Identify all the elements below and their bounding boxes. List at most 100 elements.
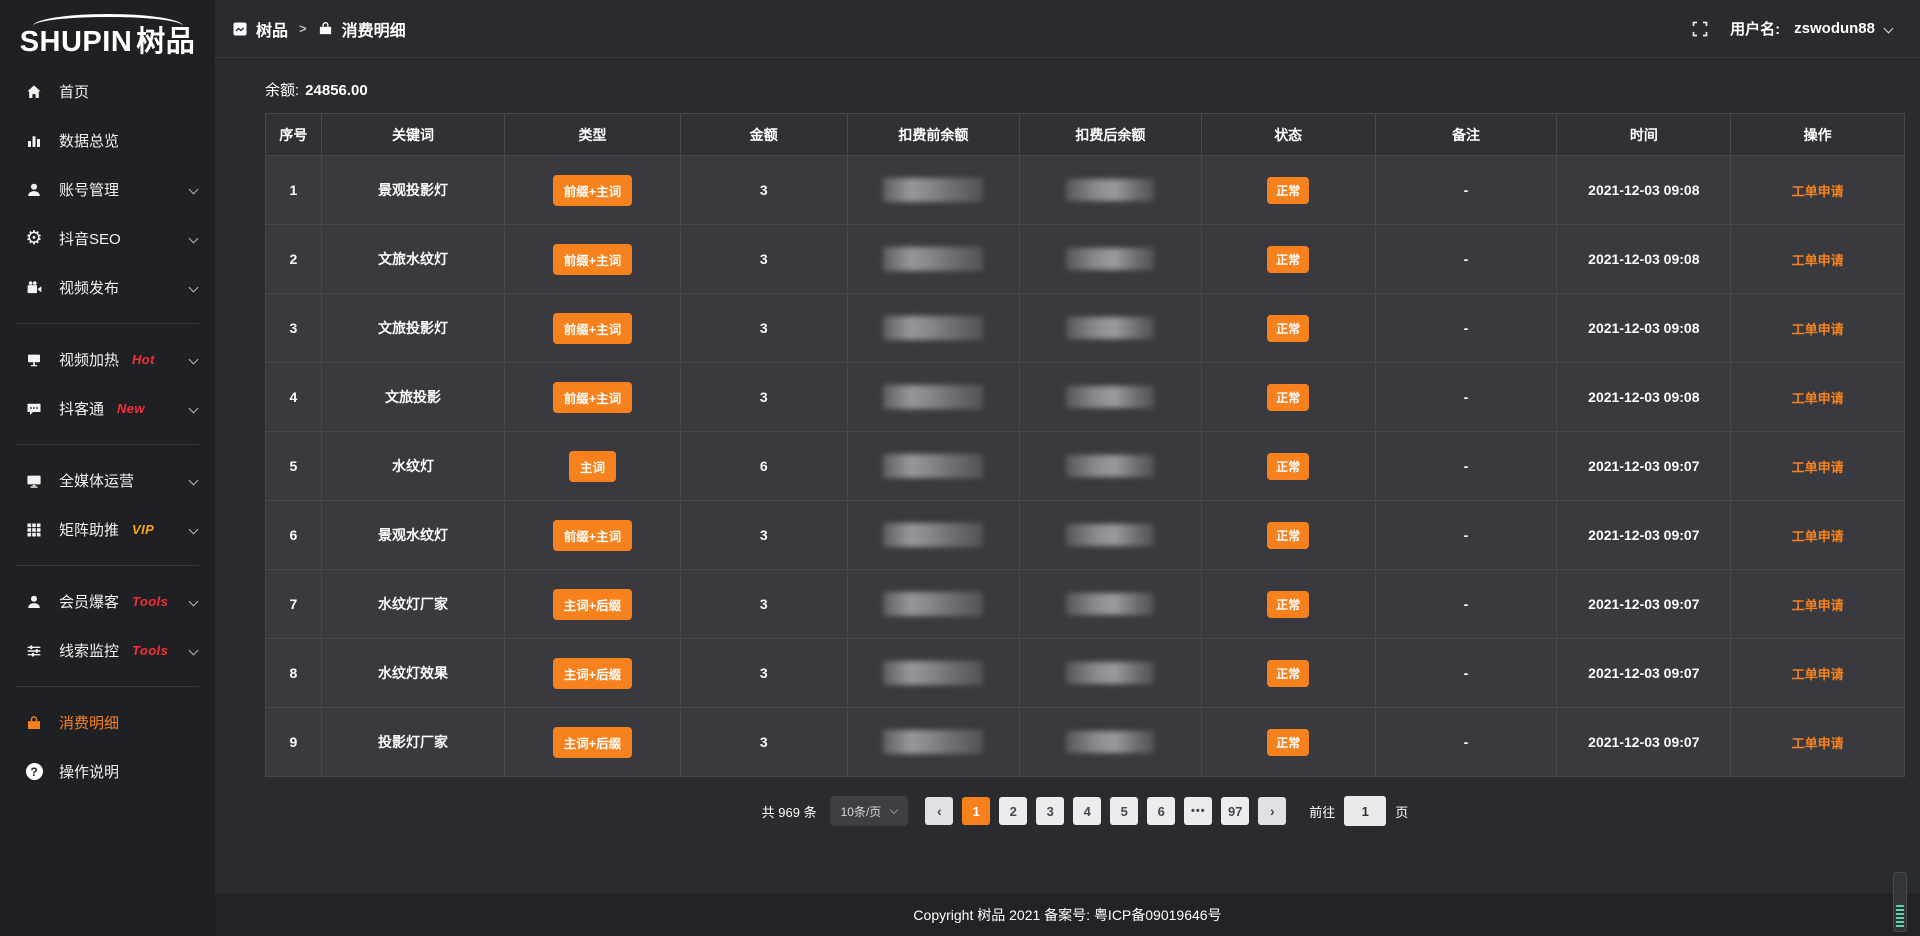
content-area: 树品 > 消费明细 用户名: zswodun88 余额:24856.00 xyxy=(215,0,1920,936)
sidebar-item-media-operation[interactable]: 全媒体运营 xyxy=(0,456,215,505)
status-cell: 正常 xyxy=(1201,225,1375,294)
page-button-97[interactable]: 97 xyxy=(1221,797,1249,825)
prev-page-button[interactable]: ‹ xyxy=(925,797,953,825)
page-button-5[interactable]: 5 xyxy=(1110,797,1138,825)
amount-cell: 3 xyxy=(680,570,847,639)
table-header-row: 序号关键词类型金额扣费前余额扣费后余额状态备注时间操作 xyxy=(266,114,1905,156)
goto-label: 前往 xyxy=(1309,802,1335,821)
sidebar-item-label: 矩阵助推 xyxy=(59,519,119,540)
sidebar-item-label: 抖客通 xyxy=(59,398,104,419)
type-cell: 主词+后缀 xyxy=(505,708,680,777)
logo-arc-decoration xyxy=(33,14,183,26)
time-cell: 2021-12-03 09:07 xyxy=(1557,639,1731,708)
sidebar-item-label: 线索监控 xyxy=(59,640,119,661)
sidebar-item-member-baoke[interactable]: 会员爆客Tools xyxy=(0,577,215,626)
main-panel: 余额:24856.00 序号关键词类型金额扣费前余额扣费后余额状态备注时间操作 … xyxy=(215,58,1920,894)
gear-icon: ⚙ xyxy=(24,229,44,248)
wallet-icon xyxy=(318,21,333,36)
sidebar-item-video-publish[interactable]: 视频发布 xyxy=(0,263,215,312)
sidebar-badge-hot: Hot xyxy=(132,352,155,367)
time-cell: 2021-12-03 09:07 xyxy=(1557,570,1731,639)
floating-widget[interactable] xyxy=(1893,872,1907,932)
balance-after-cell xyxy=(1019,570,1201,639)
table-row: 1景观投影灯前缀+主词3正常-2021-12-03 09:08工单申请 xyxy=(266,156,1905,225)
column-header: 序号 xyxy=(266,114,322,156)
type-badge: 前缀+主词 xyxy=(553,520,632,551)
sidebar-item-account-manage[interactable]: 账号管理 xyxy=(0,165,215,214)
breadcrumb-separator: > xyxy=(299,21,307,36)
work-order-link[interactable]: 工单申请 xyxy=(1792,598,1844,613)
work-order-link[interactable]: 工单申请 xyxy=(1792,391,1844,406)
action-cell: 工单申请 xyxy=(1731,363,1905,432)
page-button-3[interactable]: 3 xyxy=(1036,797,1064,825)
copyright-text: Copyright 树品 2021 备案号: 粤ICP备09019646号 xyxy=(913,905,1221,925)
bar-chart-icon xyxy=(24,133,44,149)
sidebar-item-label: 全媒体运营 xyxy=(59,470,134,491)
work-order-link[interactable]: 工单申请 xyxy=(1792,322,1844,337)
work-order-link[interactable]: 工单申请 xyxy=(1792,736,1844,751)
table-row: 2文旅水纹灯前缀+主词3正常-2021-12-03 09:08工单申请 xyxy=(266,225,1905,294)
page-button-4[interactable]: 4 xyxy=(1073,797,1101,825)
status-badge: 正常 xyxy=(1267,384,1309,411)
masked-balance-after xyxy=(1066,524,1154,546)
goto-page-input[interactable] xyxy=(1344,796,1386,826)
sidebar-item-video-heat[interactable]: 视频加热Hot xyxy=(0,335,215,384)
wallet-icon xyxy=(24,715,44,731)
page-button-1[interactable]: 1 xyxy=(962,797,990,825)
page-ellipsis[interactable]: ••• xyxy=(1184,797,1212,825)
sidebar-item-clue-monitor[interactable]: 线索监控Tools xyxy=(0,626,215,675)
work-order-link[interactable]: 工单申请 xyxy=(1792,667,1844,682)
keyword-cell: 文旅投影 xyxy=(321,363,505,432)
balance-value: 24856.00 xyxy=(305,82,368,99)
sidebar-item-douketong[interactable]: 抖客通New xyxy=(0,384,215,433)
floating-widget-stripes xyxy=(1896,905,1904,929)
status-cell: 正常 xyxy=(1201,156,1375,225)
username-value[interactable]: zswodun88 xyxy=(1794,20,1875,37)
grid-icon xyxy=(24,522,44,538)
remark-cell: - xyxy=(1375,363,1557,432)
row-index-cell: 3 xyxy=(266,294,322,363)
sidebar-divider xyxy=(16,323,199,324)
sidebar-item-instructions[interactable]: ?操作说明 xyxy=(0,747,215,796)
action-cell: 工单申请 xyxy=(1731,708,1905,777)
sidebar-item-douyin-seo[interactable]: ⚙抖音SEO xyxy=(0,214,215,263)
page-button-6[interactable]: 6 xyxy=(1147,797,1175,825)
work-order-link[interactable]: 工单申请 xyxy=(1792,253,1844,268)
status-cell: 正常 xyxy=(1201,639,1375,708)
action-cell: 工单申请 xyxy=(1731,294,1905,363)
fullscreen-icon[interactable] xyxy=(1692,21,1708,37)
type-cell: 主词+后缀 xyxy=(505,570,680,639)
chevron-down-icon xyxy=(189,355,199,365)
keyword-cell: 文旅投影灯 xyxy=(321,294,505,363)
sidebar-item-label: 数据总览 xyxy=(59,130,119,151)
sidebar-item-matrix-boost[interactable]: 矩阵助推VIP xyxy=(0,505,215,554)
pagination-total: 共 969 条 xyxy=(762,802,817,821)
page-size-select[interactable]: 10条/页 xyxy=(830,796,909,826)
work-order-link[interactable]: 工单申请 xyxy=(1792,529,1844,544)
masked-balance-before xyxy=(883,730,983,754)
time-cell: 2021-12-03 09:08 xyxy=(1557,156,1731,225)
sidebar: SHUPIN树品 首页数据总览账号管理⚙抖音SEO视频发布视频加热Hot抖客通N… xyxy=(0,0,215,936)
page-size-value: 10条/页 xyxy=(841,803,882,820)
work-order-link[interactable]: 工单申请 xyxy=(1792,460,1844,475)
remark-cell: - xyxy=(1375,225,1557,294)
time-cell: 2021-12-03 09:08 xyxy=(1557,294,1731,363)
sidebar-item-home[interactable]: 首页 xyxy=(0,67,215,116)
masked-balance-after xyxy=(1066,455,1154,477)
amount-cell: 6 xyxy=(680,432,847,501)
sidebar-item-data-overview[interactable]: 数据总览 xyxy=(0,116,215,165)
member-icon xyxy=(24,594,44,610)
work-order-link[interactable]: 工单申请 xyxy=(1792,184,1844,199)
chevron-down-icon xyxy=(189,283,199,293)
column-header: 关键词 xyxy=(321,114,505,156)
remark-cell: - xyxy=(1375,708,1557,777)
column-header: 金额 xyxy=(680,114,847,156)
sidebar-item-consume-detail[interactable]: 消费明细 xyxy=(0,698,215,747)
next-page-button[interactable]: › xyxy=(1258,797,1286,825)
remark-cell: - xyxy=(1375,156,1557,225)
balance-after-cell xyxy=(1019,708,1201,777)
breadcrumb-item-home[interactable]: 树品 xyxy=(256,17,288,41)
chevron-down-icon[interactable] xyxy=(1884,24,1894,34)
page-button-2[interactable]: 2 xyxy=(999,797,1027,825)
video-icon xyxy=(24,280,44,296)
